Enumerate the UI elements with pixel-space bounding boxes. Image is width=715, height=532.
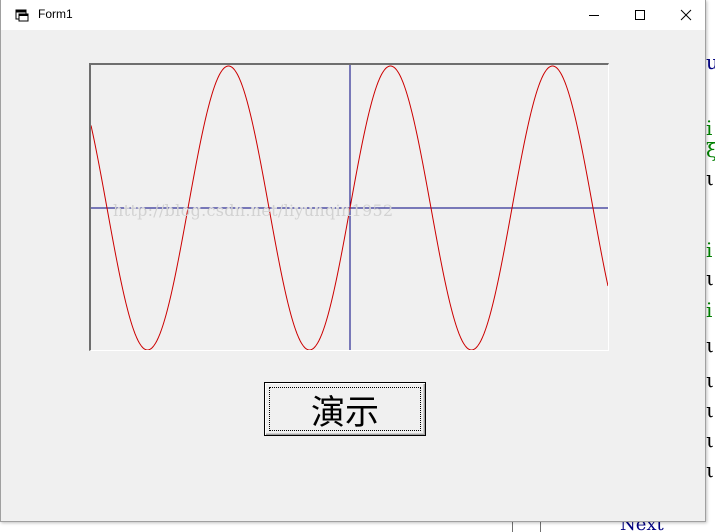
window-title: Form1 (38, 7, 73, 21)
background-editor-bottom: Next (510, 522, 715, 532)
code-fragment: ι (706, 398, 714, 422)
form-window: Form1 http://blog.csdn.net/liyunqin1952 (0, 0, 706, 522)
minimize-icon (589, 15, 599, 16)
close-icon (680, 9, 692, 21)
code-fragment: ι (706, 166, 714, 190)
minimize-button[interactable] (571, 0, 617, 30)
close-button[interactable] (663, 0, 709, 30)
maximize-button[interactable] (617, 0, 663, 30)
code-fragment: ξ (706, 138, 715, 162)
demo-button-label: 演示 (311, 392, 379, 433)
code-fragment: ι (706, 458, 714, 482)
form-app-icon (15, 9, 29, 22)
code-fragment: i (706, 238, 713, 262)
code-fragment: i (706, 116, 713, 140)
editor-divider (512, 522, 513, 532)
editor-divider (540, 522, 541, 532)
watermark-text: http://blog.csdn.net/liyunqin1952 (113, 201, 394, 220)
title-bar[interactable]: Form1 (1, 0, 705, 30)
maximize-icon (635, 10, 645, 20)
code-fragment: ι (706, 266, 714, 290)
code-fragment: i (706, 298, 713, 322)
code-fragment: ι (706, 368, 714, 392)
background-code-editor: uiξιiιiιιιιι (706, 0, 715, 532)
code-text-next: Next (620, 522, 664, 532)
demo-button[interactable]: 演示 (264, 382, 426, 436)
code-fragment: ι (706, 428, 714, 452)
code-fragment: u (706, 50, 715, 74)
code-fragment: ι (706, 333, 714, 357)
